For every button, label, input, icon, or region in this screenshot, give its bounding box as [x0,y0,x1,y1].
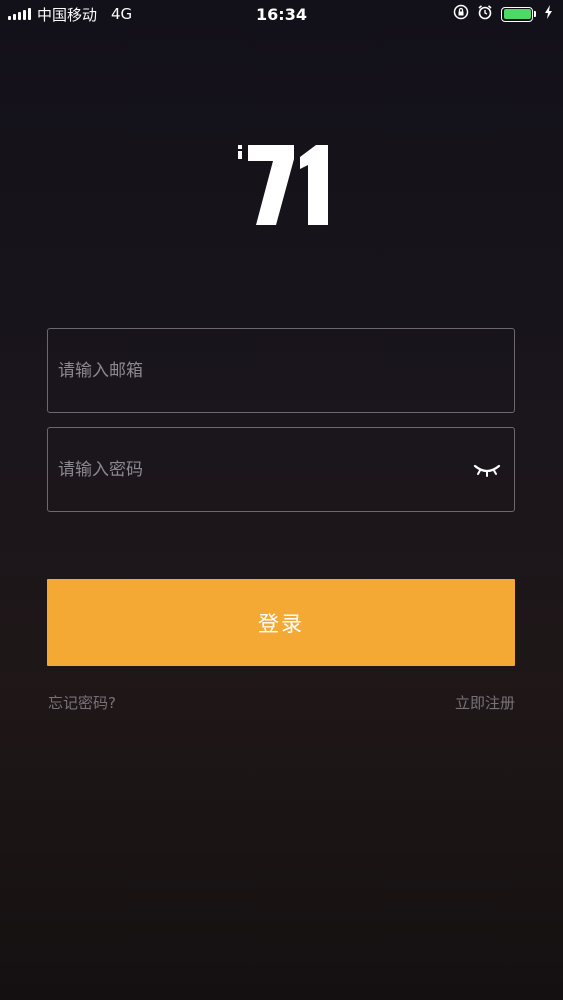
charging-icon [544,5,553,23]
carrier-name: 中国移动 [37,5,98,24]
network-type: 4G [111,5,133,23]
app-logo [236,135,332,235]
login-button[interactable]: 登录 [47,579,515,666]
rotation-lock-icon [453,4,469,24]
email-field-box [47,328,515,413]
status-left: 中国移动 4G [8,4,132,25]
battery-icon [501,6,536,22]
email-input[interactable] [58,360,504,381]
register-link[interactable]: 立即注册 [455,692,515,713]
status-right [453,4,553,24]
forgot-password-link[interactable]: 忘记密码? [48,692,116,713]
status-bar: 中国移动 4G 16:34 [0,0,563,28]
password-input[interactable] [58,459,472,480]
alarm-icon [477,4,493,24]
logo-i-stem [238,151,242,159]
logo-i-dot [238,145,242,149]
logo-digit-one [300,145,328,225]
password-field-box [47,427,515,512]
signal-icon [8,8,31,20]
eye-closed-icon[interactable] [472,458,502,482]
logo-digit-seven [248,145,294,225]
